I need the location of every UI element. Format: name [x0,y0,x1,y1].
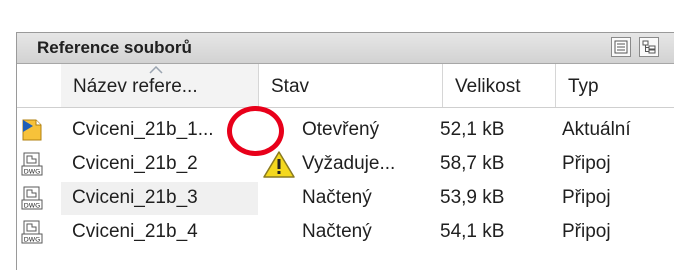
list-view-icon [614,40,628,54]
tree-view-button[interactable] [639,37,659,57]
panel-title: Reference souborů [37,38,192,57]
panel-titlebar: Reference souborů [17,33,674,64]
row-type: Připoj [562,187,611,208]
row-type: Aktuální [562,119,631,140]
column-header-size-label: Velikost [455,76,521,97]
column-header-type[interactable]: Typ [556,64,674,107]
row-size: 54,1 kB [440,221,505,242]
table-row[interactable]: DWG Cviceni_21b_2 Vyžaduje... 58,7 kB Př… [17,147,674,181]
row-status: Načtený [302,187,372,208]
column-header-size[interactable]: Velikost [443,64,556,107]
svg-text:DWG: DWG [24,168,40,176]
column-header: Název refere... Stav Velikost Typ [17,64,674,108]
row-size: 58,7 kB [440,153,505,174]
column-header-name[interactable]: Název refere... [61,64,259,107]
column-header-name-label: Název refere... [73,76,198,97]
column-header-type-label: Typ [568,76,599,97]
row-status: Vyžaduje... [302,153,396,174]
row-type: Připoj [562,221,611,242]
sort-ascending-icon [149,66,163,74]
row-size: 53,9 kB [440,187,505,208]
table-row[interactable]: DWG Cviceni_21b_4 Načtený 54,1 kB Připoj [17,215,674,249]
row-size: 52,1 kB [440,119,505,140]
row-name: Cviceni_21b_4 [72,221,198,242]
row-name: Cviceni_21b_3 [72,187,198,208]
row-name: Cviceni_21b_1... [72,119,214,140]
row-type: Připoj [562,153,611,174]
dwg-file-icon: DWG [21,152,43,176]
svg-text:DWG: DWG [24,236,40,244]
row-name: Cviceni_21b_2 [72,153,198,174]
dwg-file-icon: DWG [21,220,43,244]
list-view-button[interactable] [611,37,631,57]
row-status: Otevřený [302,119,380,140]
annotation-red-circle [227,106,284,156]
svg-text:DWG: DWG [24,202,40,210]
dwg-file-icon: DWG [21,186,43,210]
row-status: Načtený [302,221,372,242]
table-row[interactable]: Cviceni_21b_1... Otevřený 52,1 kB Aktuál… [17,113,674,147]
warning-icon[interactable] [262,150,296,179]
table-row[interactable]: DWG Cviceni_21b_3 Načtený 53,9 kB Připoj [17,181,674,215]
file-references-panel: Reference souborů Název refere... Stav V… [16,32,674,270]
column-header-status-label: Stav [271,76,310,97]
dwg-current-drawing-icon [22,119,42,141]
tree-view-icon [642,40,656,54]
column-header-status[interactable]: Stav [259,64,443,107]
